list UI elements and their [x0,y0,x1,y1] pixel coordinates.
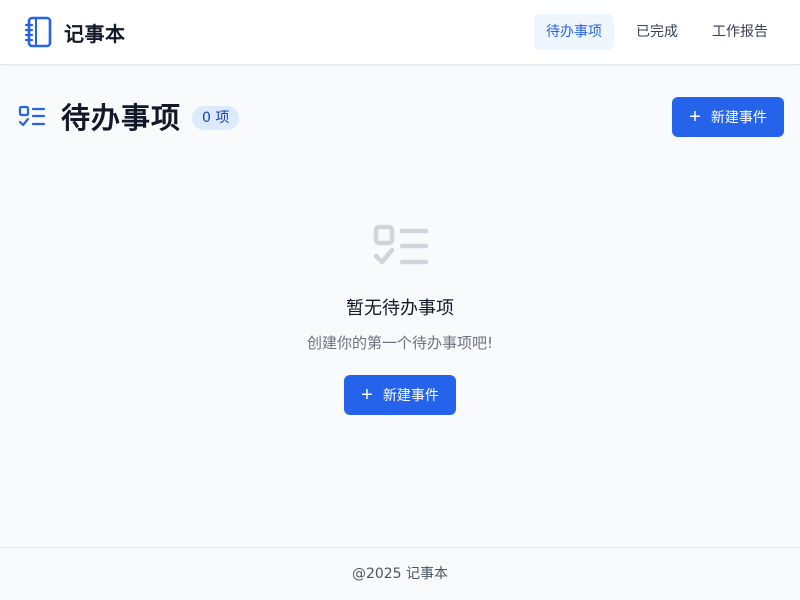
page-header: 待办事项 0 项 + 新建事件 [18,97,784,138]
empty-checklist-icon [373,224,429,265]
footer-text: @2025 记事本 [351,566,449,582]
plus-icon: + [689,106,701,128]
top-bar: 记事本 待办事项 已完成 工作报告 [0,0,800,65]
footer: @2025 记事本 [0,547,800,600]
notebook-icon [24,16,52,48]
checklist-icon [18,105,46,127]
plus-icon: + [361,384,373,406]
new-event-button[interactable]: + 新建事件 [672,97,784,137]
count-badge: 0 项 [192,106,240,130]
nav-todo[interactable]: 待办事项 [534,14,614,50]
nav-work-report[interactable]: 工作报告 [700,14,780,50]
empty-state: 暂无待办事项 创建你的第一个待办事项吧! + 新建事件 [0,220,800,415]
app: 记事本 待办事项 已完成 工作报告 待办事项 0 项 + 新建事件 暂无待办事项… [0,0,800,600]
empty-subtitle: 创建你的第一个待办事项吧! [306,334,493,352]
main-nav: 待办事项 已完成 工作报告 [534,14,780,50]
page-title: 待办事项 [61,101,182,135]
new-event-button-label: 新建事件 [710,109,767,125]
nav-completed[interactable]: 已完成 [624,14,690,50]
empty-new-event-button[interactable]: + 新建事件 [344,375,456,415]
app-title: 记事本 [64,21,126,46]
empty-title: 暂无待办事项 [346,298,454,319]
brand-logo[interactable]: 记事本 [24,16,126,48]
empty-new-event-button-label: 新建事件 [382,387,439,403]
